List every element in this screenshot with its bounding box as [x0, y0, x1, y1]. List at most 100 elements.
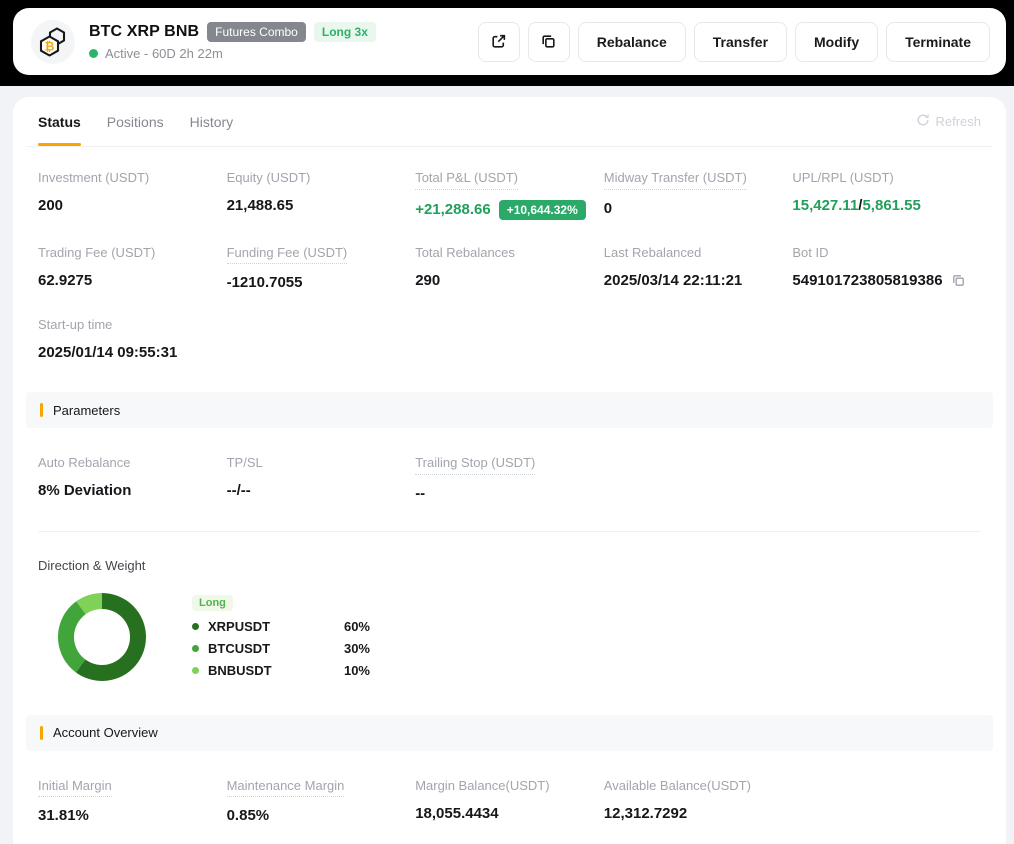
- modify-button[interactable]: Modify: [795, 22, 878, 62]
- stat-label: Start-up time: [38, 317, 112, 333]
- bot-id-value: 549101723805819386: [792, 272, 942, 290]
- legend-dot: [192, 667, 199, 674]
- legend-weight: 10%: [344, 663, 370, 678]
- param-tpsl: TP/SL --/--: [227, 454, 416, 503]
- parameters-section-header: Parameters: [26, 392, 993, 428]
- bot-status: Active - 60D 2h 22m: [89, 46, 376, 61]
- direction-weight-title: Direction & Weight: [26, 558, 993, 573]
- bot-hexagon-bitcoin-logo: ₿: [31, 20, 75, 64]
- bot-type-badge: Futures Combo: [207, 22, 306, 42]
- account-overview-section-header: Account Overview: [26, 715, 993, 751]
- stat-value: --/--: [227, 482, 416, 500]
- stat-label: UPL/RPL (USDT): [792, 170, 893, 186]
- stat-value: 200: [38, 197, 227, 215]
- pnl-percent-badge: +10,644.32%: [499, 200, 586, 220]
- stat-total-pnl: Total P&L (USDT) +21,288.66 +10,644.32%: [415, 169, 604, 220]
- stat-label: Margin Balance(USDT): [415, 778, 549, 794]
- copy-icon: [540, 33, 557, 50]
- legend-row-btc: BTCUSDT 30%: [192, 641, 370, 656]
- share-button[interactable]: [478, 22, 520, 62]
- stat-value: 0: [604, 200, 793, 218]
- stat-label-tooltip[interactable]: Maintenance Margin: [227, 778, 345, 798]
- stat-label: Last Rebalanced: [604, 245, 702, 261]
- stat-label: Trading Fee (USDT): [38, 245, 155, 261]
- param-auto-rebalance: Auto Rebalance 8% Deviation: [38, 454, 227, 503]
- stat-label: Available Balance(USDT): [604, 778, 751, 794]
- stat-label: Total Rebalances: [415, 245, 515, 261]
- stat-label-tooltip[interactable]: Trailing Stop (USDT): [415, 455, 535, 475]
- refresh-button[interactable]: Refresh: [916, 97, 981, 146]
- stat-midway-transfer: Midway Transfer (USDT) 0: [604, 169, 793, 220]
- stat-trading-fee: Trading Fee (USDT) 62.9275: [38, 244, 227, 293]
- stat-label-tooltip[interactable]: Funding Fee (USDT): [227, 245, 348, 265]
- header-actions: Rebalance Transfer Modify Terminate: [478, 22, 990, 62]
- parameters-section-title: Parameters: [53, 403, 120, 418]
- legend-weight: 60%: [344, 619, 370, 634]
- bot-title: BTC XRP BNB: [89, 23, 199, 41]
- param-trailing-stop: Trailing Stop (USDT) --: [415, 454, 604, 503]
- stat-label-tooltip[interactable]: Initial Margin: [38, 778, 112, 798]
- stat-label: Bot ID: [792, 245, 828, 261]
- stat-label-tooltip[interactable]: Total P&L (USDT): [415, 170, 518, 190]
- account-overview-section-title: Account Overview: [53, 725, 158, 740]
- stat-upl-rpl: UPL/RPL (USDT) 15,427.11 / 5,861.55: [792, 169, 981, 220]
- stat-value: 31.81%: [38, 807, 227, 825]
- duplicate-bot-button[interactable]: [528, 22, 570, 62]
- orange-section-bar: [40, 726, 43, 740]
- stat-startup-time: Start-up time 2025/01/14 09:55:31: [38, 316, 227, 362]
- stat-value: 0.85%: [227, 807, 416, 825]
- pnl-value: +21,288.66: [415, 201, 491, 219]
- stat-label-tooltip[interactable]: Midway Transfer (USDT): [604, 170, 747, 190]
- terminate-button[interactable]: Terminate: [886, 22, 990, 62]
- copy-bot-id-icon[interactable]: [951, 273, 966, 288]
- stat-bot-id: Bot ID 549101723805819386: [792, 244, 981, 293]
- stat-value: 2025/01/14 09:55:31: [38, 344, 227, 362]
- stat-value: -1210.7055: [227, 274, 416, 292]
- bot-identity: ₿ BTC XRP BNB Futures Combo Long 3x Acti…: [31, 20, 376, 64]
- orange-section-bar: [40, 403, 43, 417]
- legend-row-bnb: BNBUSDT 10%: [192, 663, 370, 678]
- stats-row-3: Start-up time 2025/01/14 09:55:31: [26, 316, 993, 362]
- stat-total-rebalances: Total Rebalances 290: [415, 244, 604, 293]
- refresh-icon: [916, 113, 930, 130]
- acct-available-balance: Available Balance(USDT) 12,312.7292: [604, 777, 793, 826]
- legend-weight: 30%: [344, 641, 370, 656]
- bot-detail-card: Status Positions History Refresh Investm…: [13, 97, 1006, 844]
- direction-weight-block: Long XRPUSDT 60% BTCUSDT 30% BNBUSDT 10%: [26, 593, 993, 685]
- tab-history[interactable]: History: [190, 97, 234, 146]
- stat-equity: Equity (USDT) 21,488.65: [227, 169, 416, 220]
- acct-maintenance-margin: Maintenance Margin 0.85%: [227, 777, 416, 826]
- rebalance-button[interactable]: Rebalance: [578, 22, 686, 62]
- stat-value: 12,312.7292: [604, 805, 793, 823]
- bot-header-card: ₿ BTC XRP BNB Futures Combo Long 3x Acti…: [13, 8, 1006, 75]
- donut-legend: Long XRPUSDT 60% BTCUSDT 30% BNBUSDT 10%: [192, 593, 370, 685]
- stat-value: 18,055.4434: [415, 805, 604, 823]
- status-text: Active - 60D 2h 22m: [105, 46, 223, 61]
- legend-dot: [192, 623, 199, 630]
- parameters-grid: Auto Rebalance 8% Deviation TP/SL --/-- …: [26, 454, 993, 503]
- stats-row-2: Trading Fee (USDT) 62.9275 Funding Fee (…: [26, 244, 993, 293]
- stat-investment: Investment (USDT) 200: [38, 169, 227, 220]
- stat-value: 62.9275: [38, 272, 227, 290]
- long-direction-badge: Long: [192, 595, 233, 611]
- transfer-button[interactable]: Transfer: [694, 22, 787, 62]
- account-overview-grid: Initial Margin 31.81% Maintenance Margin…: [26, 777, 993, 826]
- divider: [38, 531, 981, 532]
- stat-value: 8% Deviation: [38, 482, 227, 500]
- acct-initial-margin: Initial Margin 31.81%: [38, 777, 227, 826]
- legend-symbol: XRPUSDT: [208, 619, 270, 634]
- tab-positions[interactable]: Positions: [107, 97, 164, 146]
- stat-label: Equity (USDT): [227, 170, 311, 186]
- svg-text:₿: ₿: [45, 39, 55, 53]
- tab-bar: Status Positions History Refresh: [26, 97, 993, 147]
- legend-row-xrp: XRPUSDT 60%: [192, 619, 370, 634]
- stat-label: Investment (USDT): [38, 170, 149, 186]
- active-status-dot: [89, 49, 98, 58]
- rpl-value: 5,861.55: [862, 197, 920, 215]
- legend-dot: [192, 645, 199, 652]
- stat-label: TP/SL: [227, 455, 263, 471]
- stat-value: 21,488.65: [227, 197, 416, 215]
- tab-status[interactable]: Status: [38, 97, 81, 146]
- direction-weight-donut: [58, 593, 146, 681]
- stats-row-1: Investment (USDT) 200 Equity (USDT) 21,4…: [26, 169, 993, 220]
